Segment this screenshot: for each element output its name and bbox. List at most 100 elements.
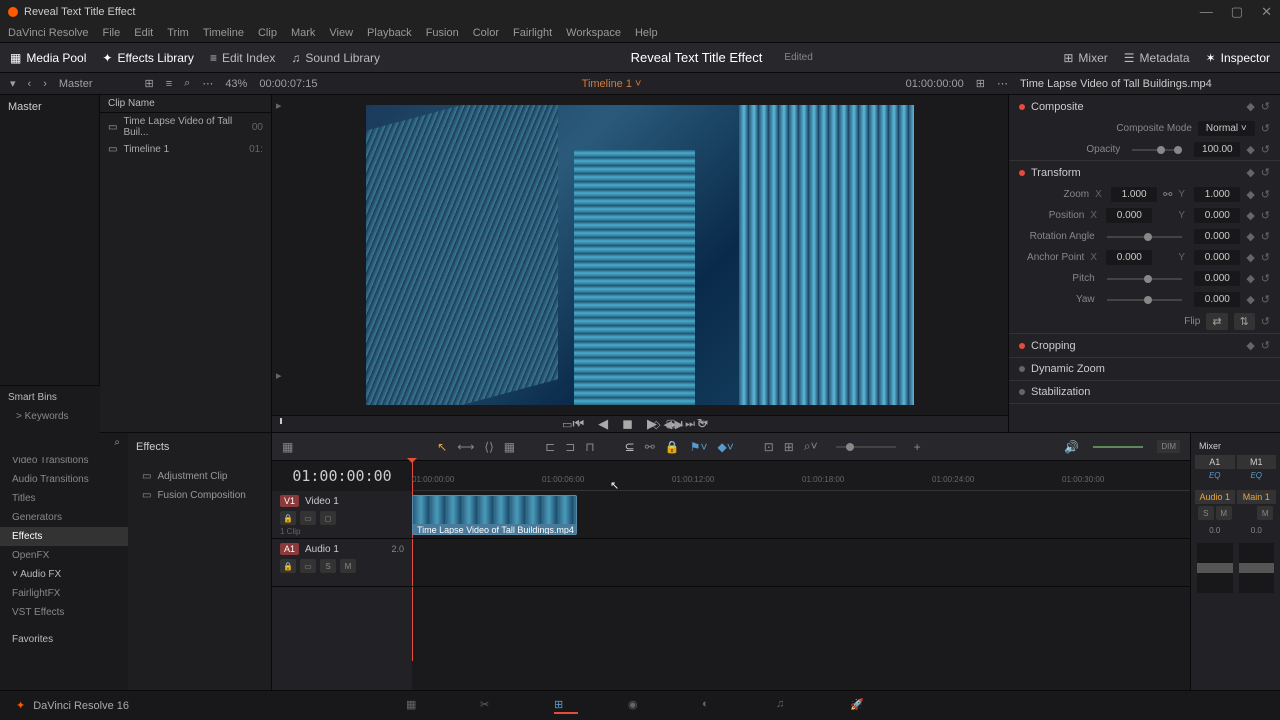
mixer-button[interactable]: ⊞ Mixer: [1063, 51, 1107, 65]
dynamic-zoom-section[interactable]: Dynamic Zoom: [1009, 358, 1280, 380]
reset-icon[interactable]: ↺: [1261, 143, 1270, 156]
keyframe-icon[interactable]: ◆: [1246, 100, 1254, 113]
blade-tool-icon[interactable]: ▦: [504, 440, 515, 454]
cat-fairlightfx[interactable]: FairlightFX: [0, 584, 128, 603]
cropping-section[interactable]: Cropping ◆↺: [1009, 334, 1280, 357]
zoom-y[interactable]: 1.000: [1194, 187, 1240, 202]
more-icon[interactable]: ⋯: [202, 77, 213, 90]
dim-button[interactable]: DIM: [1157, 440, 1180, 453]
lock-icon[interactable]: 🔒: [280, 511, 296, 525]
menu-timeline[interactable]: Timeline: [203, 27, 244, 39]
lock-icon[interactable]: 🔒: [280, 559, 296, 573]
viewer-mode-icon[interactable]: ▭ ˅: [562, 418, 582, 431]
out-point-icon[interactable]: ▸: [276, 369, 282, 382]
keyframe-icon[interactable]: ◆: [1246, 251, 1254, 264]
flip-v-button[interactable]: ⇅: [1234, 313, 1255, 330]
snap-icon[interactable]: ⊆: [625, 440, 635, 454]
menu-fairlight[interactable]: Fairlight: [513, 27, 552, 39]
menu-fusion[interactable]: Fusion: [426, 27, 459, 39]
video-clip[interactable]: Time Lapse Video of Tall Buildings.mp4: [412, 495, 577, 535]
menu-edit[interactable]: Edit: [134, 27, 153, 39]
solo-button[interactable]: S: [1198, 506, 1214, 520]
zoom-x[interactable]: 1.000: [1111, 187, 1157, 202]
edit-index-button[interactable]: ≡ Edit Index: [210, 51, 275, 65]
menu-clip[interactable]: Clip: [258, 27, 277, 39]
pos-x[interactable]: 0.000: [1106, 208, 1152, 223]
edit-page-icon[interactable]: ⊞: [554, 698, 578, 714]
search-icon[interactable]: ⌕: [114, 437, 120, 451]
link-icon[interactable]: ⚯: [1163, 188, 1172, 201]
reset-icon[interactable]: ↺: [1261, 251, 1270, 264]
menu-color[interactable]: Color: [473, 27, 499, 39]
clip-name-header[interactable]: Clip Name: [100, 95, 271, 113]
mute-button[interactable]: M: [340, 559, 356, 573]
maximize-button[interactable]: ▢: [1231, 4, 1243, 20]
cat-audio-transitions[interactable]: Audio Transitions: [0, 470, 128, 489]
effects-library-button[interactable]: ✦ Effects Library: [102, 51, 194, 65]
auto-select-icon[interactable]: ▭: [300, 559, 316, 573]
cat-audiofx[interactable]: ˅ Audio FX: [0, 565, 128, 584]
keyframe-icon[interactable]: ◆: [1246, 230, 1254, 243]
nav-forward-icon[interactable]: ›: [43, 78, 47, 90]
menu-workspace[interactable]: Workspace: [566, 27, 621, 39]
viewer[interactable]: [272, 95, 1008, 415]
trim-tool-icon[interactable]: ⟷: [457, 440, 474, 454]
zoom-level[interactable]: 43%: [225, 78, 247, 90]
menu-mark[interactable]: Mark: [291, 27, 315, 39]
audio-track-row[interactable]: [412, 539, 1190, 587]
opacity-slider[interactable]: [1132, 149, 1182, 151]
cat-vst[interactable]: VST Effects: [0, 603, 128, 622]
sound-library-button[interactable]: ♫ Sound Library: [291, 51, 380, 65]
effect-adjustment-clip[interactable]: ▭Adjustment Clip: [136, 467, 263, 486]
zoom-detail-icon[interactable]: ⊞: [784, 440, 794, 454]
mixer-eq[interactable]: EQ: [1237, 471, 1277, 480]
zoom-in-icon[interactable]: +: [914, 440, 921, 454]
mixer-fader[interactable]: [1239, 543, 1275, 593]
keyframe-icon[interactable]: ◆: [1246, 188, 1254, 201]
fusion-page-icon[interactable]: ◉: [628, 698, 652, 714]
solo-button[interactable]: S: [320, 559, 336, 573]
auto-select-icon[interactable]: ▭: [300, 511, 316, 525]
mixer-eq[interactable]: EQ: [1195, 471, 1235, 480]
composite-section[interactable]: Composite ◆↺: [1009, 95, 1280, 118]
reset-icon[interactable]: ↺: [1261, 100, 1270, 113]
viewer-options-icon[interactable]: ⊞: [976, 77, 985, 90]
keywords-bin[interactable]: > Keywords: [8, 409, 92, 424]
reset-icon[interactable]: ↺: [1261, 339, 1270, 352]
minimize-button[interactable]: —: [1200, 4, 1213, 20]
cut-page-icon[interactable]: ✂: [480, 698, 504, 714]
rotation-value[interactable]: 0.000: [1194, 229, 1240, 244]
enable-dot-icon[interactable]: [1019, 343, 1025, 349]
master-bin[interactable]: Master: [59, 78, 93, 90]
cat-effects[interactable]: Effects: [0, 527, 128, 546]
reset-icon[interactable]: ↺: [1261, 122, 1270, 135]
rotation-slider[interactable]: [1107, 236, 1183, 238]
reset-icon[interactable]: ↺: [1261, 293, 1270, 306]
search-icon[interactable]: ⌕: [184, 77, 190, 90]
timeline-ruler[interactable]: 01:00:00:00 01:00:06:00 01:00:12:00 01:0…: [412, 461, 1190, 491]
zoom-custom-icon[interactable]: ⌕˅: [804, 439, 818, 454]
anchor-y[interactable]: 0.000: [1194, 250, 1240, 265]
menu-trim[interactable]: Trim: [167, 27, 189, 39]
keyframe-icon[interactable]: ◆: [1246, 293, 1254, 306]
zoom-slider[interactable]: [836, 446, 896, 448]
cat-generators[interactable]: Generators: [0, 508, 128, 527]
pos-y[interactable]: 0.000: [1194, 208, 1240, 223]
cat-openfx[interactable]: OpenFX: [0, 546, 128, 565]
insert-icon[interactable]: ⊏: [545, 440, 555, 454]
lock-icon[interactable]: 🔒: [665, 440, 680, 454]
flag-icon[interactable]: ⚑˅: [690, 440, 708, 454]
volume-slider[interactable]: [1093, 446, 1143, 448]
yaw-value[interactable]: 0.000: [1194, 292, 1240, 307]
video-track-row[interactable]: Time Lapse Video of Tall Buildings.mp4: [412, 491, 1190, 539]
video-track-header[interactable]: V1Video 1 🔒 ▭ ◻ 1 Clip: [272, 491, 412, 539]
metadata-button[interactable]: ☰ Metadata: [1124, 51, 1190, 65]
selection-tool-icon[interactable]: ↖: [437, 440, 447, 454]
overwrite-icon[interactable]: ⊐: [565, 440, 575, 454]
track-content[interactable]: Time Lapse Video of Tall Buildings.mp4: [412, 491, 1190, 695]
composite-mode-dropdown[interactable]: Normal ˅: [1198, 121, 1255, 136]
reset-icon[interactable]: ↺: [1261, 230, 1270, 243]
pitch-slider[interactable]: [1107, 278, 1183, 280]
fairlight-page-icon[interactable]: ♫: [776, 698, 800, 714]
media-item[interactable]: ▭ Timeline 1 01:: [100, 141, 271, 158]
